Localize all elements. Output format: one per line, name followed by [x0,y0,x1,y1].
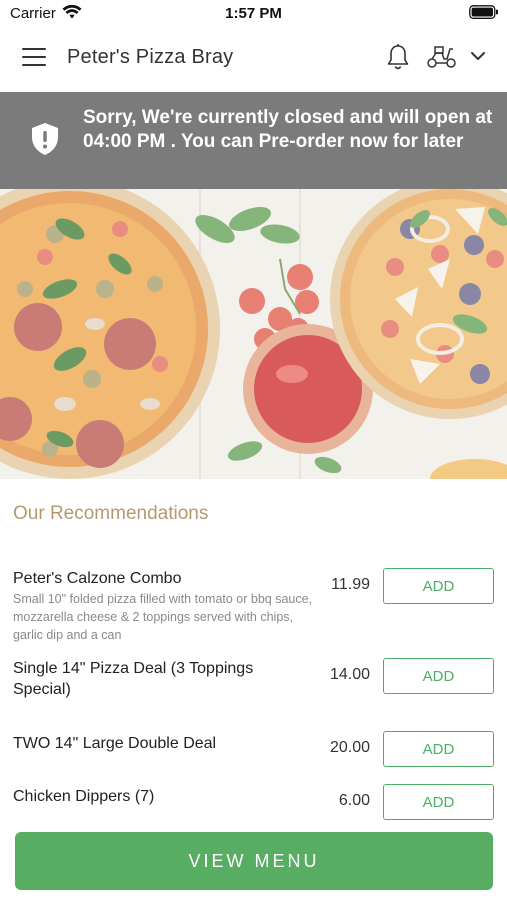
pizza-photo [0,189,507,479]
add-button[interactable]: ADD [383,784,494,820]
item-price: 20.00 [329,739,370,756]
scooter-icon[interactable] [426,44,458,70]
list-item: Single 14" Pizza Deal (3 Toppings Specia… [0,658,507,708]
list-item: TWO 14" Large Double Deal 20.00 ADD [0,731,507,771]
item-name: TWO 14" Large Double Deal [13,735,217,752]
add-button[interactable]: ADD [383,731,494,767]
bell-icon[interactable] [386,43,410,71]
list-item: Chicken Dippers (7) 6.00 ADD [0,784,507,824]
item-name: Single 14" Pizza Deal (3 Toppings Specia… [13,660,254,698]
page-title: Peter's Pizza Bray [67,46,234,68]
status-bar: Carrier 1:57 PM [0,0,507,26]
menu-icon[interactable] [22,48,46,68]
item-name: Chicken Dippers (7) [13,788,155,805]
item-price: 6.00 [338,792,370,809]
add-button[interactable]: ADD [383,658,494,694]
closed-banner: Sorry, We're currently closed and will o… [0,92,507,189]
view-menu-button[interactable]: VIEW MENU [15,832,493,890]
chevron-down-icon[interactable] [470,51,486,61]
battery-icon [469,5,498,19]
recommendations-heading: Our Recommendations [13,503,209,524]
closed-message: Sorry, We're currently closed and will o… [83,107,493,152]
app-header: Peter's Pizza Bray [0,26,507,92]
item-price: 11.99 [331,576,370,593]
item-price: 14.00 [329,666,370,683]
item-name: Peter's Calzone Combo [13,570,182,587]
clock: 1:57 PM [225,5,282,22]
item-description: Small 10" folded pizza filled with tomat… [13,592,313,642]
hero-image [0,189,507,479]
list-item: Peter's Calzone Combo Small 10" folded p… [0,568,507,643]
add-button[interactable]: ADD [383,568,494,604]
shield-alert-icon [32,123,58,155]
